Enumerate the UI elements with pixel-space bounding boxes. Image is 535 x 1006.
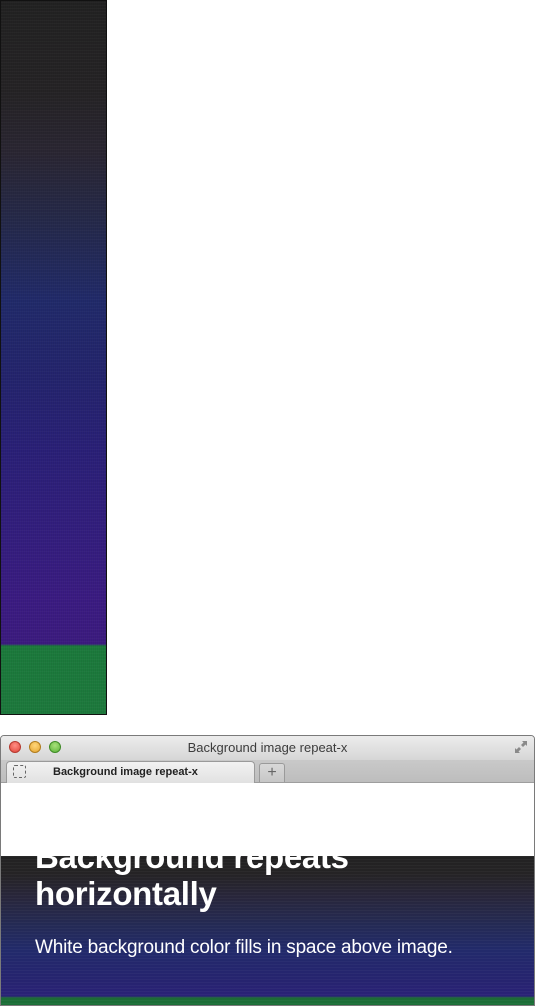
background-image-swatch (0, 0, 107, 715)
page-viewport: Background repeats horizontally White ba… (1, 783, 534, 1005)
plus-icon: + (267, 764, 277, 781)
title-bar: Background image repeat-x (1, 736, 534, 760)
page-heading: Background repeats horizontally (35, 838, 349, 912)
browser-window: Background image repeat-x Background ima… (0, 735, 535, 1006)
tab-background-image-repeat-x[interactable]: Background image repeat-x (6, 761, 255, 783)
tab-bar: Background image repeat-x + (1, 760, 534, 783)
tab-label: Background image repeat-x (53, 766, 198, 778)
favicon-icon (13, 765, 26, 778)
window-title: Background image repeat-x (187, 740, 348, 755)
fullscreen-icon[interactable] (514, 740, 528, 754)
page-paragraph: White background color fills in space ab… (35, 937, 453, 958)
new-tab-button[interactable]: + (259, 763, 285, 782)
